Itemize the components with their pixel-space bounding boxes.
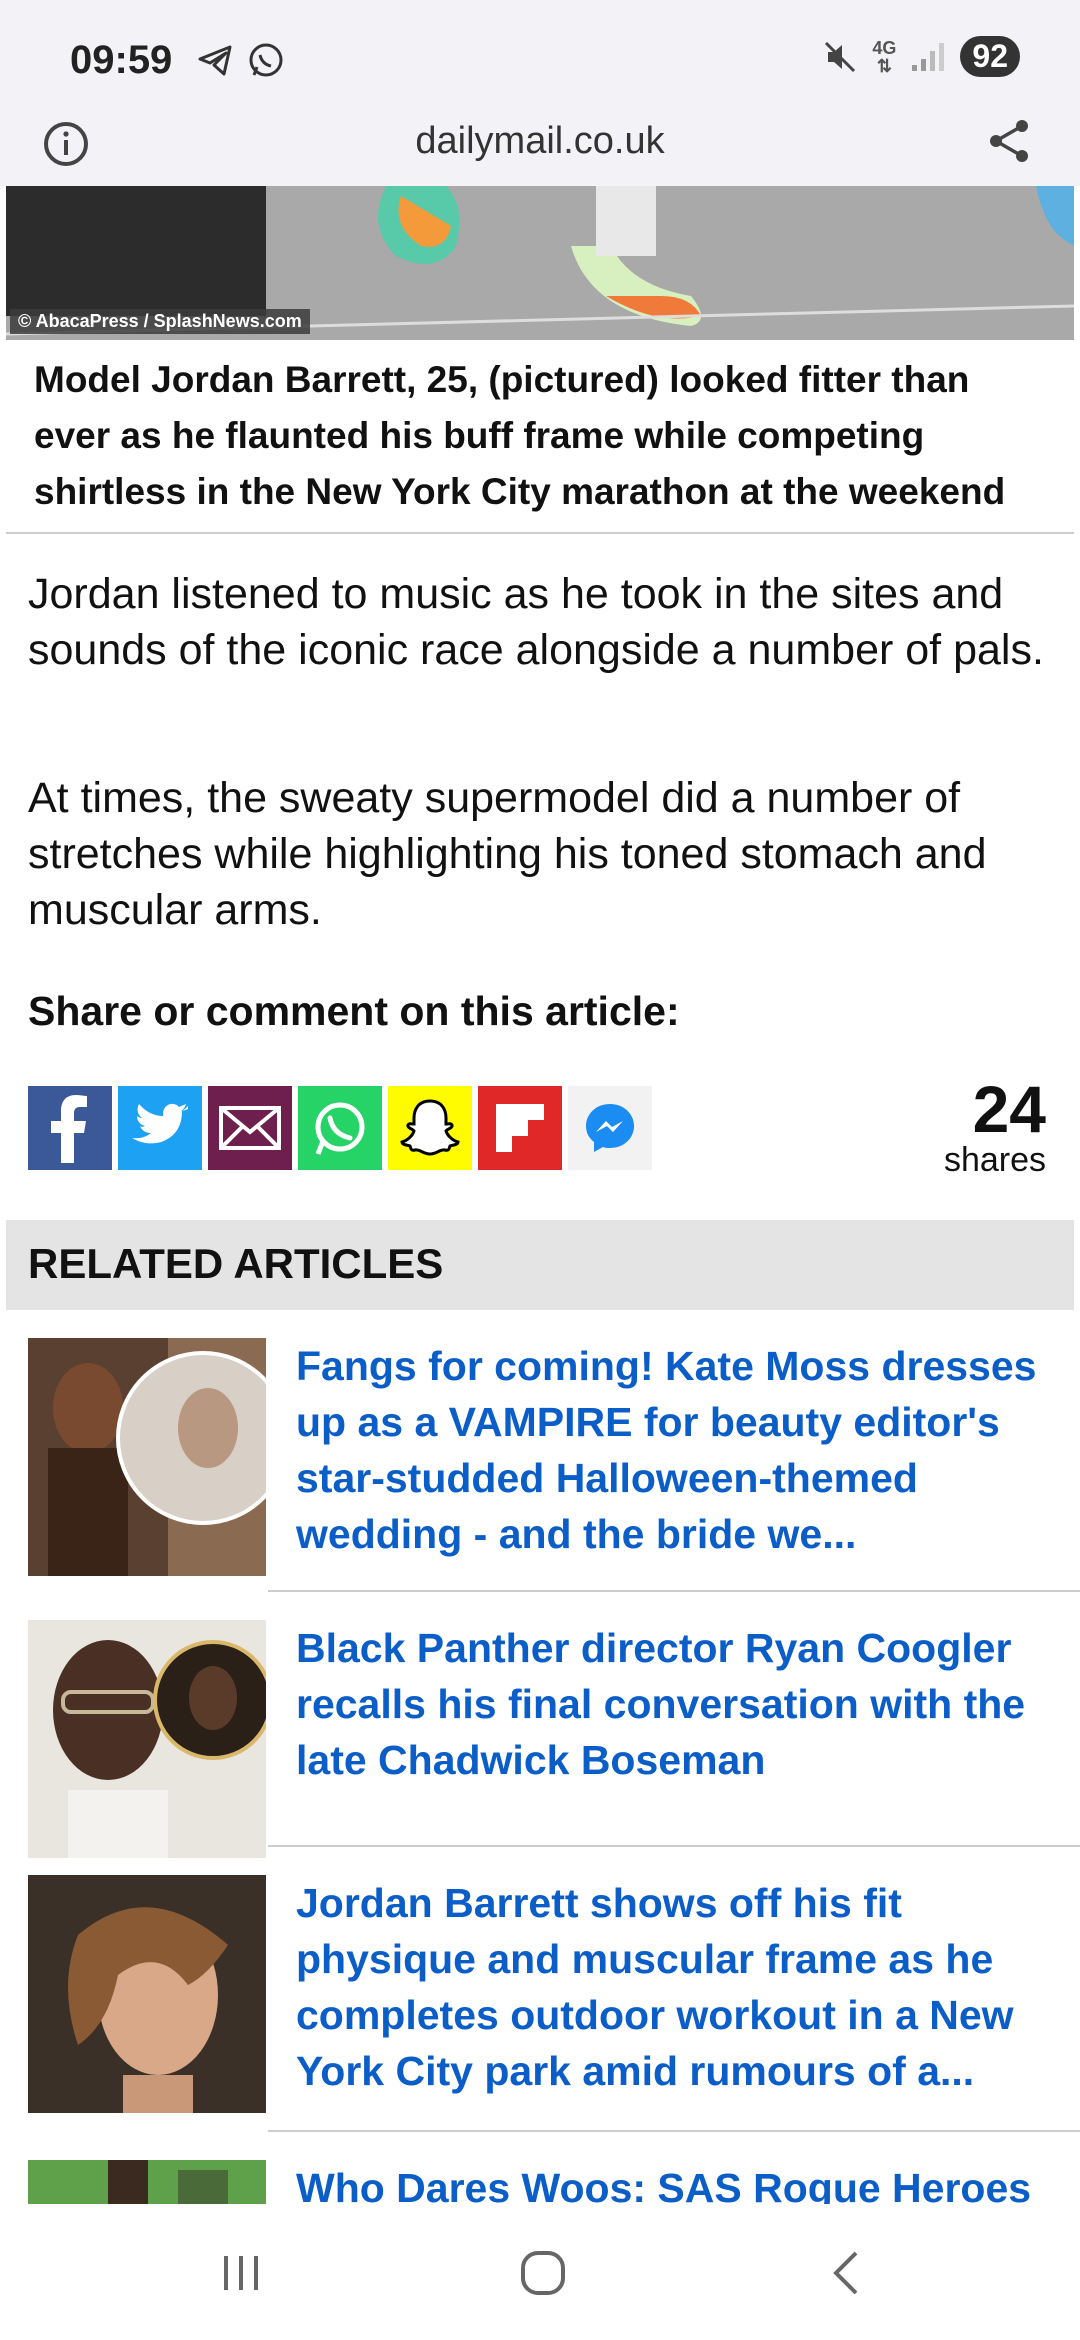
related-article-title[interactable]: Fangs for coming! Kate Moss dresses up a… — [296, 1338, 1080, 1562]
messenger-icon — [586, 1104, 634, 1152]
share-heading: Share or comment on this article: — [28, 988, 680, 1034]
image-caption: Model Jordan Barrett, 25, (pictured) loo… — [34, 359, 1006, 512]
back-icon[interactable] — [826, 2248, 866, 2298]
caption-divider — [6, 532, 1074, 534]
email-icon — [219, 1106, 281, 1150]
mute-icon — [825, 41, 856, 72]
network-type: 4G ⇅ — [872, 37, 897, 76]
share-icon[interactable] — [984, 116, 1034, 166]
messenger-share-button[interactable] — [568, 1086, 652, 1170]
twitter-share-button[interactable] — [118, 1086, 202, 1170]
related-article-title[interactable]: Who Dares Woos: SAS Rogue Heroes — [296, 2160, 1052, 2204]
share-count-label: shares — [943, 1141, 1046, 1179]
facebook-icon — [51, 1095, 87, 1163]
whatsapp-status-icon — [249, 43, 283, 77]
article-paragraph: At times, the sweaty supermodel did a nu… — [28, 774, 987, 934]
whatsapp-icon — [315, 1102, 365, 1155]
related-article-title[interactable]: Jordan Barrett shows off his fit physiqu… — [296, 1875, 1080, 2099]
whatsapp-share-button[interactable] — [298, 1086, 382, 1170]
snapchat-share-button[interactable] — [388, 1086, 472, 1170]
related-article-thumbnail[interactable] — [28, 1875, 266, 2113]
twitter-icon — [132, 1103, 188, 1144]
article-image: © AbacaPress / SplashNews.com — [6, 186, 1074, 340]
status-bar: 09:59 4G ⇅ 92 — [0, 0, 1080, 110]
signal-icon — [912, 42, 945, 71]
related-articles-title: RELATED ARTICLES — [28, 1240, 444, 1287]
flipboard-icon — [496, 1104, 544, 1152]
email-share-button[interactable] — [208, 1086, 292, 1170]
related-article-thumbnail[interactable] — [28, 1620, 266, 1858]
share-count-number: 24 — [972, 1072, 1046, 1146]
browser-url-bar: dailymail.co.uk — [0, 110, 1080, 186]
related-article-title[interactable]: Black Panther director Ryan Coogler reca… — [296, 1620, 1080, 1788]
related-article-thumbnail[interactable] — [28, 1338, 266, 1576]
related-divider — [268, 1845, 1080, 1847]
facebook-share-button[interactable] — [28, 1086, 112, 1170]
notification-icons — [196, 40, 286, 80]
photo-credit: © AbacaPress / SplashNews.com — [10, 309, 310, 334]
related-divider — [268, 2130, 1080, 2132]
share-buttons — [28, 1086, 652, 1170]
article-paragraph: Jordan listened to music as he took in t… — [28, 570, 1044, 674]
related-articles-header: RELATED ARTICLES — [6, 1220, 1074, 1310]
system-navigation-bar — [0, 2210, 1080, 2340]
url-text[interactable]: dailymail.co.uk — [0, 120, 1080, 163]
home-icon[interactable] — [518, 2248, 568, 2298]
related-article-item[interactable]: Who Dares Woos: SAS Rogue Heroes — [28, 2160, 1052, 2204]
flipboard-share-button[interactable] — [478, 1086, 562, 1170]
share-count: 24 shares — [944, 1076, 1046, 1178]
snapchat-icon — [400, 1099, 460, 1156]
telegram-icon — [198, 45, 232, 76]
battery-level: 92 — [960, 36, 1020, 77]
clock: 09:59 — [70, 38, 173, 82]
related-article-thumbnail[interactable] — [28, 2160, 266, 2204]
recent-apps-icon[interactable] — [218, 2250, 264, 2296]
related-divider — [268, 1590, 1080, 1592]
